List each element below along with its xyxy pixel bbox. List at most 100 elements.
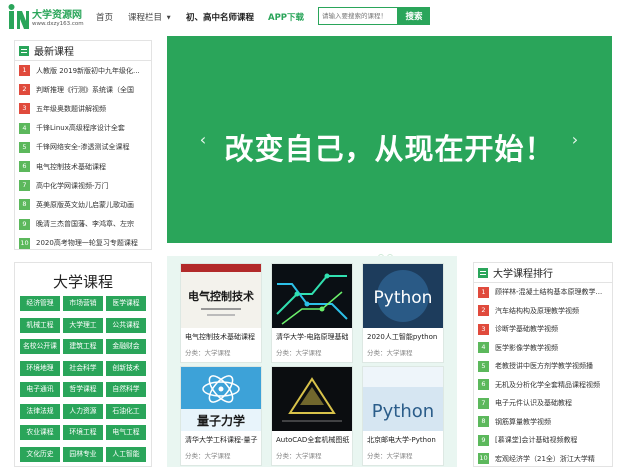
course-card[interactable]: Python 北京邮电大学-Python 分类：大学课程 [362,366,444,466]
category-button[interactable]: 农业课程 [20,425,60,440]
cover-title-text: 量子力学 [197,413,245,428]
list-item-text[interactable]: 千锋Linux高级程序设计全套 [36,123,125,133]
course-card[interactable]: 清华大学-电路原理基础 分类：大学课程 [271,263,353,363]
list-item-text[interactable]: 2020高考物理一轮复习专题课程 [36,238,138,248]
hero-banner[interactable]: ‹ 改变自己，从现在开始！ › [167,36,612,260]
list-item[interactable]: 8 钢筋算量教学视频 [474,413,612,432]
category-button[interactable]: 名校公开课 [20,339,60,354]
site-header: 大学资源网 www.dxzy163.com 首页 课程栏目 ▼ 初、高中名师课程… [0,0,640,34]
cover-python-icon: Python [363,264,443,328]
category-button[interactable]: 石油化工 [106,403,146,419]
cover-autocad-icon [272,367,352,431]
list-item-text[interactable]: 汽车结构构及原理教学视频 [495,306,579,316]
rank-number-badge: 10 [19,237,30,249]
rank-number-badge: 6 [19,161,30,173]
category-button[interactable]: 哲学课程 [63,382,103,397]
list-item[interactable]: 2 汽车结构构及原理教学视频 [474,302,612,321]
list-icon [478,267,488,278]
list-item-text[interactable]: 电气控制技术基础课程 [36,162,106,172]
category-button[interactable]: 社会科学 [63,360,103,376]
list-item[interactable]: 9 [慕课堂]会计基础视频教程 [474,431,612,450]
category-button[interactable]: 园林专业 [63,446,103,462]
list-item[interactable]: 10 2020高考物理一轮复习专题课程 [15,234,151,253]
course-cover: 电气控制技术 [181,264,261,328]
search-button[interactable]: 搜索 [398,7,430,25]
list-item-text[interactable]: 医学影像学教学视频 [495,343,558,353]
category-button[interactable]: 电子通讯 [20,382,60,397]
list-item-text[interactable]: 五年级奥数题讲解视频 [36,104,106,114]
category-button[interactable]: 公共课程 [106,317,146,333]
list-item[interactable]: 7 高中化学网课视频-万门 [15,176,151,195]
list-item[interactable]: 9 晚清三杰曾国藩、李鸿章、左宗 [15,215,151,234]
category-button[interactable]: 法律法规 [20,403,60,419]
course-card[interactable]: Python 2020人工智能python 分类：大学课程 [362,263,444,363]
list-item-text[interactable]: 顾祥林-混凝土结构基本原理教学... [495,287,602,297]
nav-course-categories[interactable]: 课程栏目 ▼ [128,11,171,23]
course-card[interactable]: 量子力学 清华大学工科课程-量子 分类：大学课程 [180,366,262,466]
list-item[interactable]: 1 人教版 2019新版初中九年级化... [15,61,151,80]
list-item[interactable]: 7 电子元件认识及基础教程 [474,394,612,413]
course-title[interactable]: 清华大学工科课程-量子 [185,435,261,445]
category-button[interactable]: 人工智能 [106,446,146,462]
course-title[interactable]: AutoCAD全套机械图纸 [276,435,352,445]
list-item-text[interactable]: 老教授讲中医方剂学教学视频播 [495,361,593,371]
site-logo[interactable]: 大学资源网 www.dxzy163.com [8,3,88,31]
list-item-text[interactable]: 电子元件认识及基础教程 [495,398,572,408]
list-item[interactable]: 4 千锋Linux高级程序设计全套 [15,119,151,138]
list-item[interactable]: 4 医学影像学教学视频 [474,339,612,358]
list-item-text[interactable]: 宏观经济学（21全）浙江大学精 [495,454,595,464]
list-item[interactable]: 5 千锋网络安全-渗透测试全课程 [15,138,151,157]
course-cover: Python [363,367,443,431]
rank-number-badge: 2 [19,84,30,96]
course-card[interactable]: 电气控制技术 电气控制技术基础课程 分类：大学课程 [180,263,262,363]
category-button[interactable]: 文化历史 [20,446,60,462]
category-button[interactable]: 建筑工程 [63,339,103,354]
list-item-text[interactable]: 判断推理《行测》系统课（全国 [36,85,134,95]
category-button[interactable]: 经济管理 [20,296,60,311]
list-item-text[interactable]: 钢筋算量教学视频 [495,417,551,427]
cover-circuit-icon [272,264,352,328]
category-button[interactable]: 市场营销 [63,296,103,311]
category-button[interactable]: 自然科学 [106,382,146,397]
list-item-text[interactable]: 英美原版英文幼儿启蒙儿歌动画 [36,200,134,210]
list-item[interactable]: 1 顾祥林-混凝土结构基本原理教学... [474,283,612,302]
nav-teacher-courses[interactable]: 初、高中名师课程 [186,11,254,23]
banner-next-arrow-icon[interactable]: › [569,132,581,148]
nav-app-download[interactable]: APP下载 [268,11,304,23]
course-card[interactable]: AutoCAD全套机械图纸 分类：大学课程 [271,366,353,466]
list-item[interactable]: 10 宏观经济学（21全）浙江大学精 [474,450,612,467]
list-item[interactable]: 8 英美原版英文幼儿启蒙儿歌动画 [15,195,151,214]
category-button[interactable]: 电气工程 [106,425,146,440]
list-item[interactable]: 6 无机及分析化学全套精品课程视频 [474,376,612,395]
category-button[interactable]: 金融财会 [106,339,146,354]
category-button[interactable]: 环境工程 [63,425,103,440]
category-button[interactable]: 医学课程 [106,296,146,311]
category-button[interactable]: 人力资源 [63,403,103,419]
category-button[interactable]: 环境地理 [20,360,60,376]
search-input[interactable] [318,7,398,25]
list-item[interactable]: 3 诊断学基础教学视频 [474,320,612,339]
list-item-text[interactable]: 无机及分析化学全套精品课程视频 [495,380,600,390]
course-title[interactable]: 电气控制技术基础课程 [185,332,261,342]
course-title[interactable]: 北京邮电大学-Python [367,435,443,445]
list-item[interactable]: 6 电气控制技术基础课程 [15,157,151,176]
course-cover: 量子力学 [181,367,261,431]
rank-number-badge: 1 [478,286,489,298]
rank-number-badge: 5 [19,141,30,153]
nav-home[interactable]: 首页 [96,11,113,23]
list-item[interactable]: 3 五年级奥数题讲解视频 [15,99,151,118]
list-item-text[interactable]: 诊断学基础教学视频 [495,324,558,334]
category-button[interactable]: 创新技术 [106,360,146,376]
course-title[interactable]: 清华大学-电路原理基础 [276,332,352,342]
course-title[interactable]: 2020人工智能python [367,332,443,342]
list-item[interactable]: 5 老教授讲中医方剂学教学视频播 [474,357,612,376]
list-item-text[interactable]: 人教版 2019新版初中九年级化... [36,66,140,76]
list-item-text[interactable]: 千锋网络安全-渗透测试全课程 [36,142,130,152]
list-item[interactable]: 2 判断推理《行测》系统课（全国 [15,80,151,99]
list-item-text[interactable]: 高中化学网课视频-万门 [36,181,109,191]
category-button[interactable]: 大学理工 [63,317,103,333]
category-button[interactable]: 机械工程 [20,317,60,333]
course-grid: 电气控制技术 电气控制技术基础课程 分类：大学课程 清华大学-电路原理基础 分类… [167,256,457,467]
list-item-text[interactable]: 晚清三杰曾国藩、李鸿章、左宗 [36,219,134,229]
list-item-text[interactable]: [慕课堂]会计基础视频教程 [495,435,577,445]
